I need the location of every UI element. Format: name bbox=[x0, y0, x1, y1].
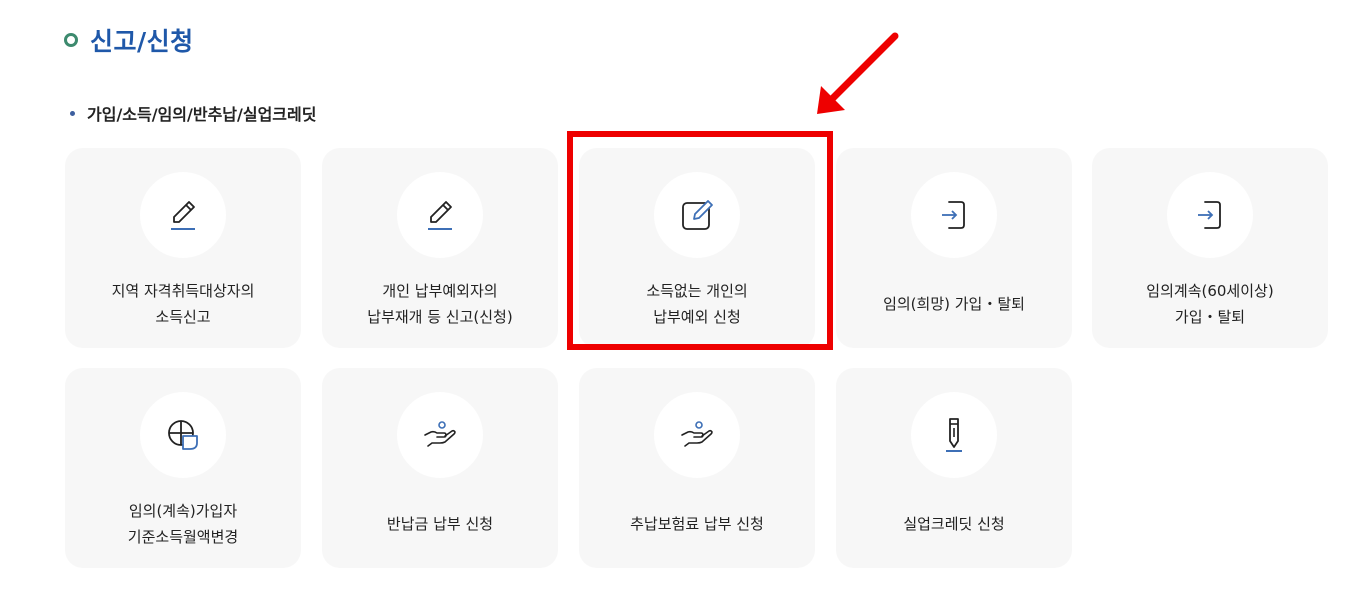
card-label: 반납금 납부 신청 bbox=[386, 515, 494, 533]
card-label: 임의계속(60세이상) 가입・탈퇴 bbox=[1146, 282, 1274, 326]
card-refund-payment-request[interactable]: 반납금 납부 신청 bbox=[322, 368, 558, 568]
chart-change-icon bbox=[168, 420, 198, 450]
icon-circle bbox=[397, 172, 483, 258]
card-standard-monthly-income-change[interactable]: 임의(계속)가입자 기준소득월액변경 bbox=[65, 368, 301, 568]
icon-circle bbox=[140, 392, 226, 478]
card-unemployment-credit-request[interactable]: 실업크레딧 신청 bbox=[836, 368, 1072, 568]
card-label: 임의(계속)가입자 기준소득월액변경 bbox=[127, 502, 239, 546]
section-title: 신고/신청 bbox=[90, 27, 194, 56]
card-label: 실업크레딧 신청 bbox=[903, 515, 1005, 533]
pencil-icon bbox=[428, 201, 452, 230]
card-regional-income-report[interactable]: 지역 자격취득대상자의 소득신고 bbox=[65, 148, 301, 348]
hand-coin-icon bbox=[681, 421, 713, 447]
icon-circle bbox=[397, 392, 483, 478]
pen-icon bbox=[946, 418, 962, 452]
red-arrow-annotation bbox=[817, 32, 899, 114]
card-label: 지역 자격취득대상자의 소득신고 bbox=[111, 282, 255, 326]
sign-in-icon bbox=[942, 201, 965, 229]
bullet-circle-icon bbox=[64, 33, 78, 47]
card-deferred-premium-payment-request[interactable]: 추납보험료 납부 신청 bbox=[579, 368, 815, 568]
bullet-dot-icon bbox=[70, 110, 75, 116]
highlight-annotation-box bbox=[567, 131, 833, 350]
icon-circle bbox=[1167, 172, 1253, 258]
subsection-header: 가입/소득/임의/반추납/실업크레딧 bbox=[70, 101, 316, 125]
card-voluntary-join-withdraw[interactable]: 임의(희망) 가입・탈퇴 bbox=[836, 148, 1072, 348]
card-label: 추납보험료 납부 신청 bbox=[630, 515, 764, 533]
icon-circle bbox=[654, 392, 740, 478]
card-label: 개인 납부예외자의 납부재개 등 신고(신청) bbox=[367, 282, 513, 326]
subsection-title: 가입/소득/임의/반추납/실업크레딧 bbox=[87, 105, 317, 124]
card-voluntary-continued-join-withdraw[interactable]: 임의계속(60세이상) 가입・탈퇴 bbox=[1092, 148, 1328, 348]
sign-in-icon bbox=[1198, 201, 1221, 229]
icon-circle bbox=[140, 172, 226, 258]
icon-circle bbox=[911, 392, 997, 478]
section-header: 신고/신청 bbox=[64, 22, 194, 58]
icon-circle bbox=[911, 172, 997, 258]
hand-coin-icon bbox=[424, 421, 456, 447]
card-label: 임의(희망) 가입・탈퇴 bbox=[883, 295, 1025, 313]
card-payment-resume-report[interactable]: 개인 납부예외자의 납부재개 등 신고(신청) bbox=[322, 148, 558, 348]
pencil-icon bbox=[171, 201, 195, 230]
